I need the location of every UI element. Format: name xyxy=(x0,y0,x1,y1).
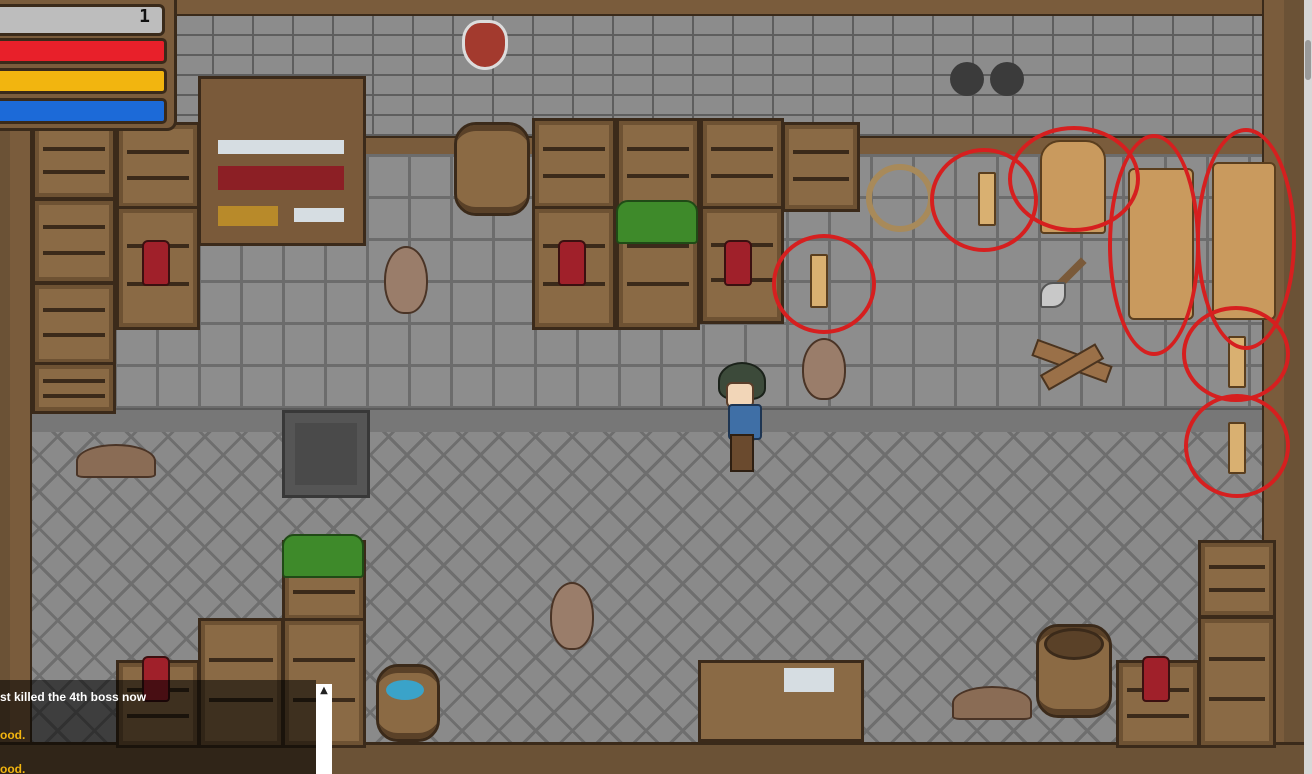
level-value: 1 xyxy=(139,6,150,27)
wine-bottle-icon[interactable] xyxy=(142,240,170,286)
sack-icon[interactable] xyxy=(802,338,846,400)
crate[interactable] xyxy=(532,118,616,210)
crate[interactable] xyxy=(116,122,200,210)
crate[interactable] xyxy=(700,118,784,210)
shelf-jars xyxy=(218,206,278,226)
scroll-up-icon[interactable]: ▲ xyxy=(316,684,332,698)
table[interactable] xyxy=(698,660,864,742)
barrel[interactable] xyxy=(454,122,530,216)
barrel-opening xyxy=(1044,628,1104,660)
crate[interactable] xyxy=(32,282,116,366)
frying-pan-icon xyxy=(950,62,984,96)
axe-icon[interactable] xyxy=(1040,282,1066,308)
chat-message: ood. xyxy=(0,728,26,742)
stamina-bar xyxy=(0,68,167,94)
crate[interactable] xyxy=(1198,540,1276,618)
shelf-bottles xyxy=(218,166,344,190)
trapdoor[interactable] xyxy=(282,410,370,498)
crate[interactable] xyxy=(1198,616,1276,748)
sack-icon[interactable] xyxy=(384,246,428,314)
game-scene[interactable]: 1 st killed the 4th boss now ood. ood. ▲ xyxy=(0,0,1312,774)
crate[interactable] xyxy=(32,122,116,200)
highlight-ring xyxy=(1184,394,1290,498)
top-beam xyxy=(170,0,1282,16)
mana-bar xyxy=(0,98,167,124)
water-icon xyxy=(386,680,424,700)
crate[interactable] xyxy=(32,362,116,414)
highlight-ring xyxy=(1182,306,1290,402)
crate[interactable] xyxy=(782,122,860,212)
shelf-plates xyxy=(218,140,344,154)
wine-bottle-icon[interactable] xyxy=(558,240,586,286)
highlight-ring xyxy=(772,234,876,334)
vegetables-icon[interactable] xyxy=(282,534,364,578)
wine-bottle-icon[interactable] xyxy=(1142,656,1170,702)
sack-icon[interactable] xyxy=(550,582,594,650)
flour-pile-icon[interactable] xyxy=(76,444,156,478)
highlight-ring xyxy=(1108,134,1200,356)
window-scroll-thumb[interactable] xyxy=(1305,40,1311,80)
crate[interactable] xyxy=(616,118,700,210)
shelf-plates xyxy=(294,208,344,222)
water-barrel[interactable] xyxy=(376,664,440,742)
plates-icon[interactable] xyxy=(784,668,834,692)
crate[interactable] xyxy=(32,198,116,284)
shield-icon xyxy=(462,20,508,70)
window-scrollbar[interactable] xyxy=(1304,0,1312,774)
chat-message: st killed the 4th boss now xyxy=(0,690,147,704)
chat-message: ood. xyxy=(0,762,26,774)
wine-bottle-icon[interactable] xyxy=(724,240,752,286)
health-bar xyxy=(0,38,167,64)
frying-pan-icon xyxy=(990,62,1024,96)
left-wall-beam xyxy=(10,120,32,745)
rope-coil-icon[interactable] xyxy=(866,164,934,232)
player-character[interactable] xyxy=(730,434,754,472)
flour-pile-icon[interactable] xyxy=(952,686,1032,720)
vegetables-icon[interactable] xyxy=(616,200,698,244)
